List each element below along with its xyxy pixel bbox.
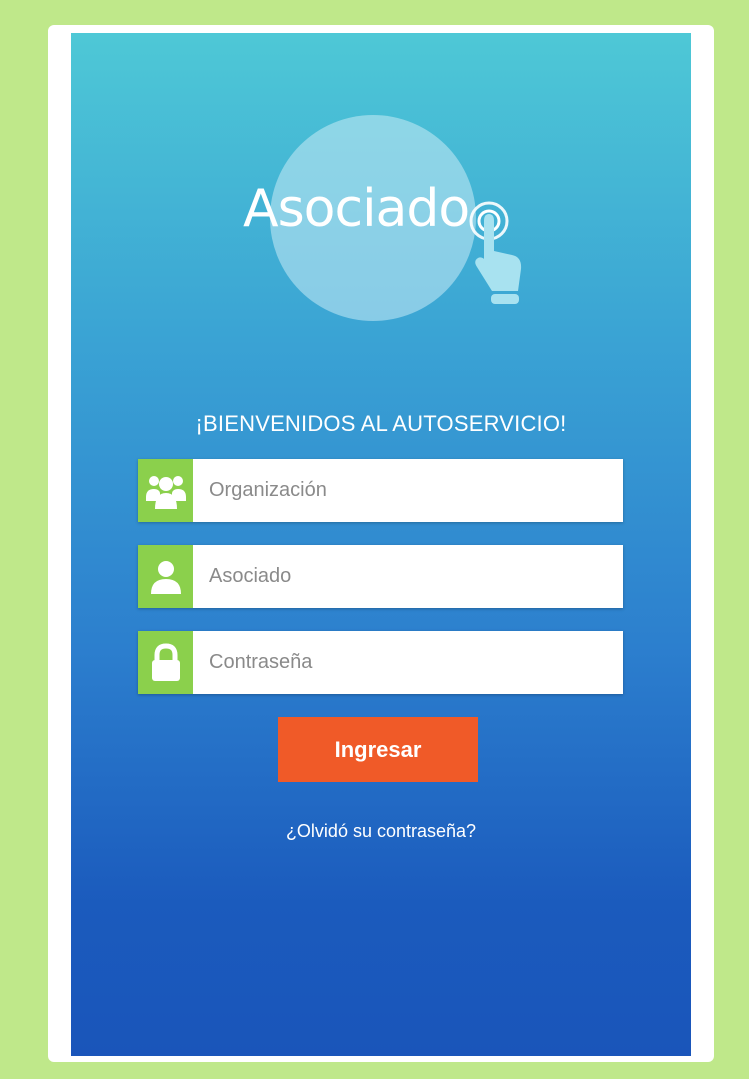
password-input[interactable] — [193, 631, 623, 694]
organization-field — [138, 459, 623, 522]
associate-input[interactable] — [193, 545, 623, 608]
organization-input[interactable] — [193, 459, 623, 522]
group-icon — [145, 475, 186, 509]
user-icon — [150, 560, 181, 594]
password-icon-box — [138, 631, 193, 694]
lock-icon — [151, 642, 180, 681]
login-button[interactable]: Ingresar — [278, 717, 478, 782]
organization-icon-box — [138, 459, 193, 522]
forgot-password-link[interactable]: ¿Olvidó su contraseña? — [71, 821, 691, 842]
associate-icon-box — [138, 545, 193, 608]
login-screen: Asociado ¡BIENVENIDOS AL AUTOSERVICIO! O… — [71, 33, 691, 1056]
pointing-hand-icon — [469, 201, 522, 304]
associate-field — [138, 545, 623, 608]
password-field — [138, 631, 623, 694]
welcome-title: ¡BIENVENIDOS AL AUTOSERVICIO! — [195, 411, 567, 436]
logo-text: Asociado — [243, 179, 470, 239]
